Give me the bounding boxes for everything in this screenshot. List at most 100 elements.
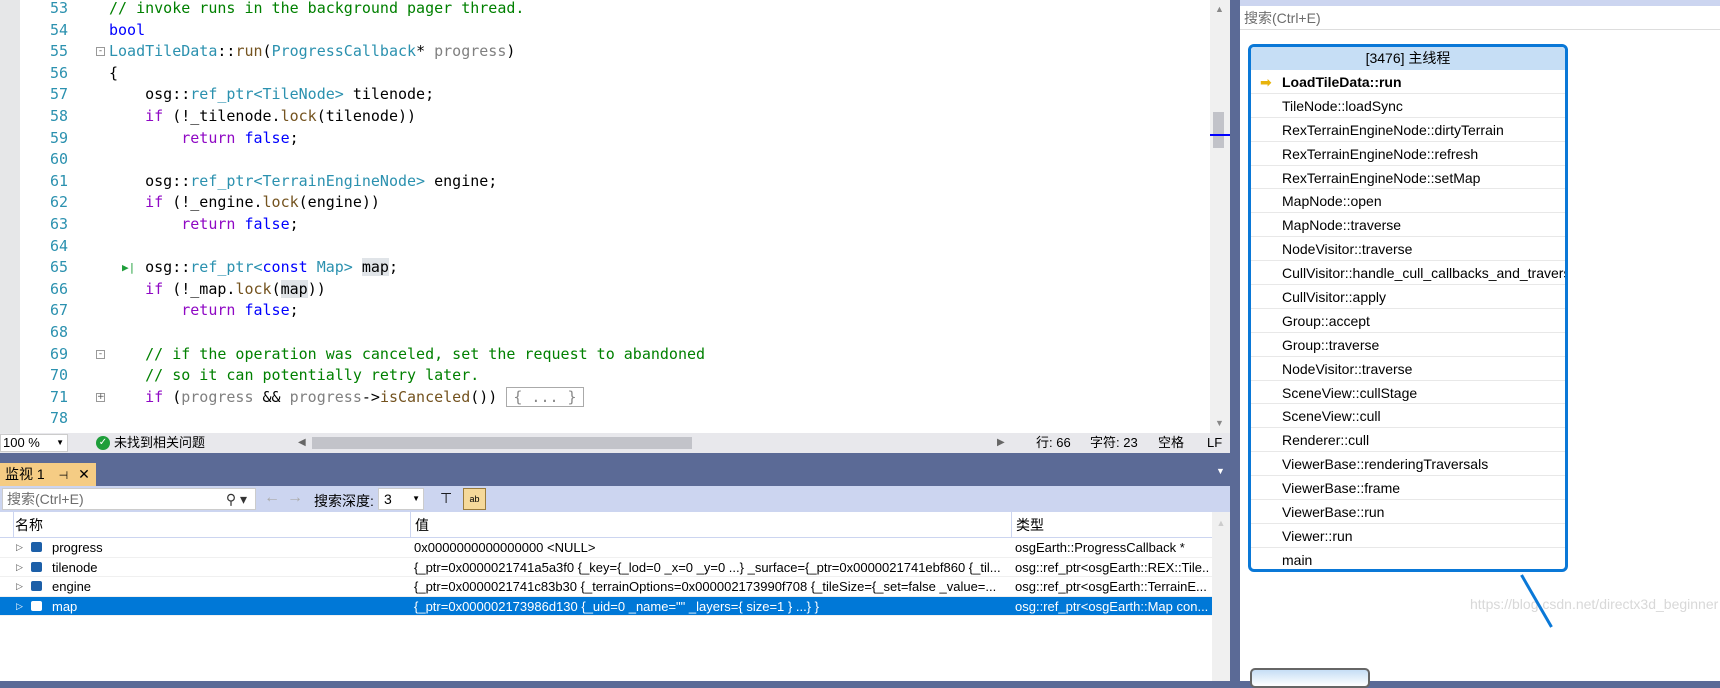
editor-status-bar: 100 % ▼ ✓ 未找到相关问题 ◀ ▶ 行: 66 字符: 23 空格 LF	[0, 433, 1230, 453]
code-line[interactable]: 67 return false;	[0, 300, 1210, 322]
issues-status[interactable]: 未找到相关问题	[114, 433, 205, 453]
column-value[interactable]: 值	[410, 512, 1010, 538]
watch-row[interactable]: ▷ engine {_ptr=0x0000021741c83b30 {_terr…	[0, 577, 1212, 597]
stack-frame[interactable]: Viewer::run	[1251, 524, 1565, 548]
eol-indicator[interactable]: LF	[1207, 433, 1222, 453]
code-line[interactable]: 64	[0, 236, 1210, 258]
code-line[interactable]: 71 + if (progress && progress->isCanceled…	[0, 386, 1210, 409]
watch-value[interactable]: 0x0000000000000000 <NULL>	[414, 538, 1008, 557]
code-line[interactable]: 60	[0, 149, 1210, 171]
watch-name: engine	[52, 579, 92, 594]
code-text: return false;	[109, 128, 298, 150]
code-line[interactable]: 65 osg::ref_ptr<const Map> map; ▶|	[0, 257, 1210, 279]
stack-frame[interactable]: MapNode::open	[1251, 189, 1565, 214]
code-line[interactable]: 54 bool	[0, 20, 1210, 42]
code-line[interactable]: 56 {	[0, 63, 1210, 85]
parallel-stacks-box[interactable]: [3476] 主线程 ➡ LoadTileData::run TileNode::l…	[1248, 44, 1568, 572]
watch-vertical-scrollbar[interactable]: ▲	[1212, 512, 1230, 681]
scroll-left-icon[interactable]: ◀	[298, 433, 306, 453]
code-line[interactable]: 78	[0, 408, 1210, 430]
code-line[interactable]: 57 osg::ref_ptr<TileNode> tilenode;	[0, 84, 1210, 106]
stack-frame[interactable]: NodeVisitor::traverse	[1251, 237, 1565, 262]
expand-arrow-icon[interactable]: ▷	[16, 558, 23, 577]
stack-frame[interactable]: ViewerBase::frame	[1251, 476, 1565, 501]
stack-frame[interactable]: ViewerBase::run	[1251, 500, 1565, 524]
search-icon[interactable]: ⚲ ▾	[226, 489, 247, 509]
variable-icon	[31, 542, 42, 552]
collapse-icon[interactable]: -	[96, 47, 105, 57]
code-line[interactable]: 53 // invoke runs in the background pager…	[0, 0, 1210, 20]
watch-value[interactable]: {_ptr=0x000002173986d130 {_uid=0 _name="…	[414, 597, 1008, 616]
expand-arrow-icon[interactable]: ▷	[16, 597, 23, 616]
stack-frame[interactable]: Renderer::cull	[1251, 428, 1565, 453]
close-icon[interactable]: ✕	[78, 466, 90, 482]
editor-vertical-scrollbar[interactable]: ▲ ▼	[1210, 0, 1230, 433]
column-type[interactable]: 类型	[1011, 512, 1211, 538]
code-line[interactable]: 63 return false;	[0, 214, 1210, 236]
code-line[interactable]: 68	[0, 322, 1210, 344]
code-line[interactable]: 69 - // if the operation was canceled, se…	[0, 344, 1210, 366]
stack-frame[interactable]: RexTerrainEngineNode::dirtyTerrain	[1251, 118, 1565, 142]
stack-frame[interactable]: MapNode::traverse	[1251, 213, 1565, 238]
watch-value[interactable]: {_ptr=0x0000021741a5a3f0 {_key={_lod=0 _…	[414, 558, 1008, 577]
stack-frame[interactable]: CullVisitor::apply	[1251, 285, 1565, 309]
filter-pin-icon[interactable]: ⊤	[440, 490, 452, 507]
watch-row[interactable]: ▷ map {_ptr=0x000002173986d130 {_uid=0 _…	[0, 596, 1212, 616]
spaces-indicator[interactable]: 空格	[1158, 433, 1184, 453]
expand-arrow-icon[interactable]: ▷	[16, 577, 23, 596]
code-token: ;	[289, 301, 299, 320]
stack-frame[interactable]: SceneView::cullStage	[1251, 381, 1565, 405]
frame-label: ViewerBase::renderingTraversals	[1282, 456, 1489, 473]
code-line[interactable]: 62 if (!_engine.lock(engine))	[0, 192, 1210, 214]
search-depth-select[interactable]: 3 ▼	[378, 488, 424, 510]
zoom-select[interactable]: 100 % ▼	[0, 434, 68, 452]
code-line[interactable]: 61 osg::ref_ptr<TerrainEngineNode> engin…	[0, 171, 1210, 193]
frame-label: SceneView::cullStage	[1282, 384, 1418, 401]
stack-frame[interactable]: NodeVisitor::traverse	[1251, 357, 1565, 381]
code-text: if (!_engine.lock(engine))	[109, 192, 380, 214]
code-editor[interactable]: 53 // invoke runs in the background pager…	[0, 0, 1230, 433]
code-line[interactable]: 59 return false;	[0, 128, 1210, 150]
watch-row[interactable]: ▷ tilenode {_ptr=0x0000021741a5a3f0 {_ke…	[0, 558, 1212, 577]
code-token: lock	[235, 279, 272, 298]
stack-frame[interactable]: SceneView::cull	[1251, 404, 1565, 429]
code-line[interactable]: 66 if (!_map.lock(map))	[0, 279, 1210, 301]
line-number: 71	[49, 387, 68, 406]
stack-frame[interactable]: main	[1251, 548, 1565, 569]
stack-frame[interactable]: ViewerBase::renderingTraversals	[1251, 452, 1565, 477]
expand-icon[interactable]: +	[96, 392, 105, 402]
run-to-cursor-icon[interactable]: ▶|	[122, 257, 135, 279]
stack-frame[interactable]: ➡ LoadTileData::run	[1251, 70, 1565, 94]
stack-frame[interactable]: RexTerrainEngineNode::refresh	[1251, 142, 1565, 166]
expand-arrow-icon[interactable]: ▷	[16, 538, 23, 557]
forward-arrow-icon[interactable]: →	[287, 489, 303, 507]
line-number: 55	[49, 42, 68, 61]
code-line[interactable]: 55 - LoadTileData::run(ProgressCallback* p…	[0, 41, 1210, 63]
back-arrow-icon[interactable]: ←	[264, 489, 280, 507]
code-line[interactable]: 70 // so it can potentially retry later.	[0, 365, 1210, 387]
stack-frame[interactable]: TileNode::loadSync	[1251, 94, 1565, 118]
thread-node[interactable]	[1250, 668, 1370, 688]
tab-watch-1[interactable]: 监视 1 ⊣ ✕	[0, 463, 96, 486]
watch-search-input[interactable]: 搜索(Ctrl+E) ⚲ ▾	[2, 488, 256, 510]
stack-frame[interactable]: RexTerrainEngineNode::setMap	[1251, 166, 1565, 190]
stack-frame[interactable]: Group::accept	[1251, 309, 1565, 333]
watch-value[interactable]: {_ptr=0x0000021741c83b30 {_terrainOption…	[414, 577, 1008, 596]
code-token: ref_ptr	[190, 85, 254, 104]
stack-frame[interactable]: CullVisitor::handle_cull_callbacks_and_t…	[1251, 261, 1565, 286]
panel-menu-icon[interactable]: ▼	[1216, 466, 1225, 476]
call-stack-panel: 搜索(Ctrl+E) [3476] 主线程 ➡ LoadTileData::run…	[1240, 0, 1720, 688]
pin-icon[interactable]: ⊣	[59, 470, 69, 482]
frame-label: Group::traverse	[1282, 336, 1380, 353]
scroll-right-icon[interactable]: ▶	[997, 433, 1005, 453]
horizontal-scrollbar[interactable]	[312, 437, 692, 449]
stack-frame[interactable]: Group::traverse	[1251, 333, 1565, 357]
code-text: osg::ref_ptr<TerrainEngineNode> engine;	[109, 171, 497, 193]
watch-row[interactable]: ▷ progress 0x0000000000000000 <NULL> osg…	[0, 538, 1212, 558]
code-token: (	[271, 279, 281, 298]
hex-display-button[interactable]: ab	[463, 488, 486, 510]
column-name[interactable]: 名称	[13, 512, 408, 538]
callstack-search-input[interactable]: 搜索(Ctrl+E)	[1240, 6, 1720, 30]
collapse-icon[interactable]: -	[96, 349, 105, 359]
code-line[interactable]: 58 if (!_tilenode.lock(tilenode))	[0, 106, 1210, 128]
